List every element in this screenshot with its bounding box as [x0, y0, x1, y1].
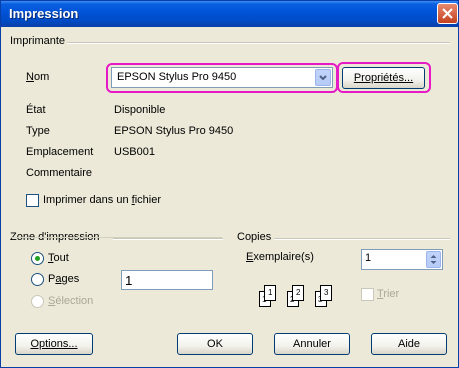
type-value: EPSON Stylus Pro 9450	[114, 125, 234, 137]
status-value: Disponible	[114, 104, 166, 116]
help-button[interactable]: Aide	[371, 333, 447, 355]
copies-divider	[274, 238, 450, 240]
copies-value: 1	[365, 252, 372, 264]
print-range-divider	[113, 238, 223, 240]
close-button[interactable]	[437, 3, 458, 24]
type-label: Type	[26, 125, 50, 137]
print-to-file-label[interactable]: Imprimer dans un fichier	[43, 194, 161, 206]
ok-label: OK	[207, 338, 223, 350]
radio-pages-label[interactable]: Pages	[48, 273, 79, 285]
name-highlight-frame	[106, 63, 338, 93]
print-to-file-checkbox[interactable]	[26, 194, 39, 207]
radio-pages[interactable]	[31, 273, 44, 286]
options-label: Options...	[30, 338, 78, 350]
copies-label: Exemplaire(s)	[246, 251, 314, 263]
radio-selection[interactable]	[31, 295, 44, 308]
collate-checkbox[interactable]	[361, 288, 374, 301]
copies-section-label: Copies	[237, 231, 272, 243]
page-icon: 3	[320, 285, 332, 301]
print-dialog: Impression Imprimante Nom EPSON Stylus P…	[0, 0, 459, 368]
status-label: État	[26, 104, 46, 116]
radio-all-label[interactable]: Tout	[48, 252, 69, 264]
spinner-buttons[interactable]	[426, 251, 441, 268]
printer-group-divider	[67, 42, 450, 44]
page-icon: 2	[292, 285, 304, 301]
ok-button[interactable]: OK	[177, 333, 253, 355]
title-bar[interactable]: Impression	[1, 1, 458, 27]
cancel-label: Annuler	[293, 338, 331, 350]
radio-selected-dot	[35, 256, 40, 261]
location-value: USB001	[114, 146, 155, 158]
cancel-button[interactable]: Annuler	[274, 333, 350, 355]
copies-spinner[interactable]: 1	[361, 249, 443, 270]
help-label: Aide	[397, 338, 421, 350]
comment-label: Commentaire	[26, 167, 93, 179]
up-down-arrows-icon	[430, 255, 437, 264]
radio-selection-label[interactable]: Sélection	[48, 295, 93, 307]
page-icon: 1	[264, 285, 276, 301]
collate-label[interactable]: Trier	[377, 288, 399, 300]
properties-highlight-frame	[337, 62, 431, 93]
radio-all[interactable]	[31, 252, 44, 265]
printer-section-label: Imprimante	[10, 35, 66, 47]
pages-input[interactable]	[121, 270, 213, 290]
window-title: Impression	[9, 6, 79, 21]
name-label: Nom	[26, 71, 50, 83]
close-icon	[442, 8, 453, 19]
options-button[interactable]: Options...	[15, 333, 93, 355]
location-label: Emplacement	[26, 146, 94, 158]
